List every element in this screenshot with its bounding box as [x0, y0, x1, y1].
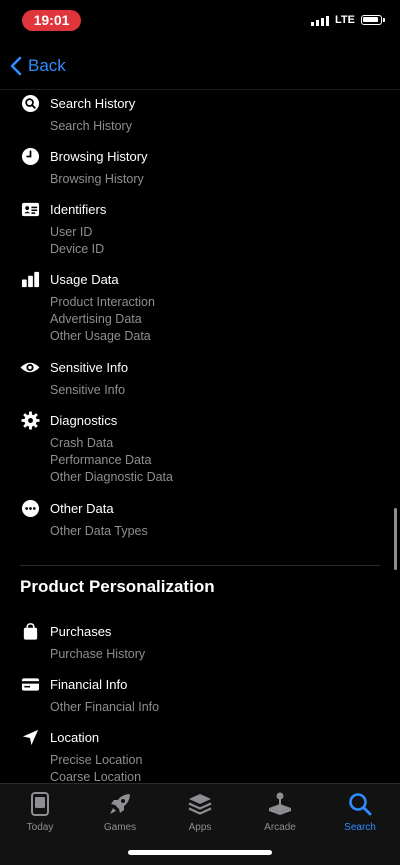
home-indicator[interactable] [128, 850, 272, 855]
data-type-detail: Search History [50, 119, 132, 133]
battery-icon [361, 15, 385, 25]
data-type-title: Other Data [50, 501, 114, 516]
data-type-title: Browsing History [50, 149, 148, 164]
data-type-detail: User ID [50, 225, 93, 239]
chevron-left-icon [10, 56, 22, 76]
status-bar: 19:01 LTE [0, 0, 400, 44]
search-icon [349, 793, 372, 816]
data-type-detail: Other Financial Info [50, 700, 160, 714]
status-time[interactable]: 19:01 [22, 10, 81, 31]
tab-label: Arcade [264, 822, 296, 833]
tab-label: Search [344, 822, 376, 833]
location-arrow-icon [22, 729, 39, 746]
data-type-title: Diagnostics [50, 413, 118, 428]
tab-games[interactable]: Games [80, 791, 160, 837]
status-indicators: LTE [311, 14, 385, 26]
apps-stack-icon [188, 794, 212, 815]
credit-card-icon [21, 678, 40, 691]
cellular-signal-icon [311, 15, 330, 26]
privacy-details-list[interactable]: Search History Search History Browsing H… [0, 90, 400, 783]
data-type-detail: Device ID [50, 242, 105, 256]
data-type-detail: Precise Location [50, 753, 143, 767]
data-type-detail: Performance Data [50, 453, 152, 467]
navigation-bar: Back [0, 44, 400, 90]
data-type-detail: Other Usage Data [50, 329, 151, 343]
section-divider [20, 565, 380, 566]
data-type-title: Purchases [50, 624, 112, 639]
tab-label: Games [103, 822, 137, 833]
data-type-detail: Coarse Location [50, 770, 142, 783]
tab-label: Today [26, 822, 54, 833]
data-type-detail: Other Data Types [50, 524, 148, 538]
rocket-icon [110, 794, 130, 814]
data-type-detail: Crash Data [50, 436, 114, 450]
back-label: Back [28, 56, 66, 75]
shopping-bag-icon [23, 623, 38, 640]
network-type: LTE [335, 14, 355, 26]
data-type-title: Identifiers [50, 202, 107, 217]
tab-apps[interactable]: Apps [160, 791, 240, 837]
joystick-icon [269, 792, 291, 815]
scroll-indicator[interactable] [394, 508, 397, 570]
data-type-title: Sensitive Info [50, 360, 129, 375]
tab-today[interactable]: Today [0, 791, 80, 837]
tab-label: Apps [188, 822, 212, 833]
bar-chart-icon [21, 271, 40, 288]
data-type-detail: Purchase History [50, 647, 146, 661]
data-type-title: Location [50, 730, 100, 745]
ellipsis-circle-icon [21, 499, 40, 518]
data-type-title: Financial Info [50, 677, 128, 692]
data-type-detail: Product Interaction [50, 295, 155, 309]
data-type-detail: Advertising Data [50, 312, 142, 326]
back-button[interactable]: Back [10, 56, 66, 76]
eye-icon [20, 362, 40, 373]
data-type-detail: Other Diagnostic Data [50, 470, 173, 484]
today-icon [31, 792, 49, 816]
data-type-detail: Browsing History [50, 172, 144, 186]
tab-arcade[interactable]: Arcade [240, 791, 320, 837]
id-card-icon [21, 202, 40, 217]
search-history-icon [21, 94, 40, 113]
gear-icon [21, 411, 40, 430]
clock-icon [21, 147, 40, 166]
section-heading: Product Personalization [20, 577, 215, 596]
tab-search[interactable]: Search [320, 791, 400, 837]
data-type-title: Usage Data [50, 272, 119, 287]
data-type-title: Search History [50, 96, 136, 111]
data-type-detail: Sensitive Info [50, 383, 126, 397]
